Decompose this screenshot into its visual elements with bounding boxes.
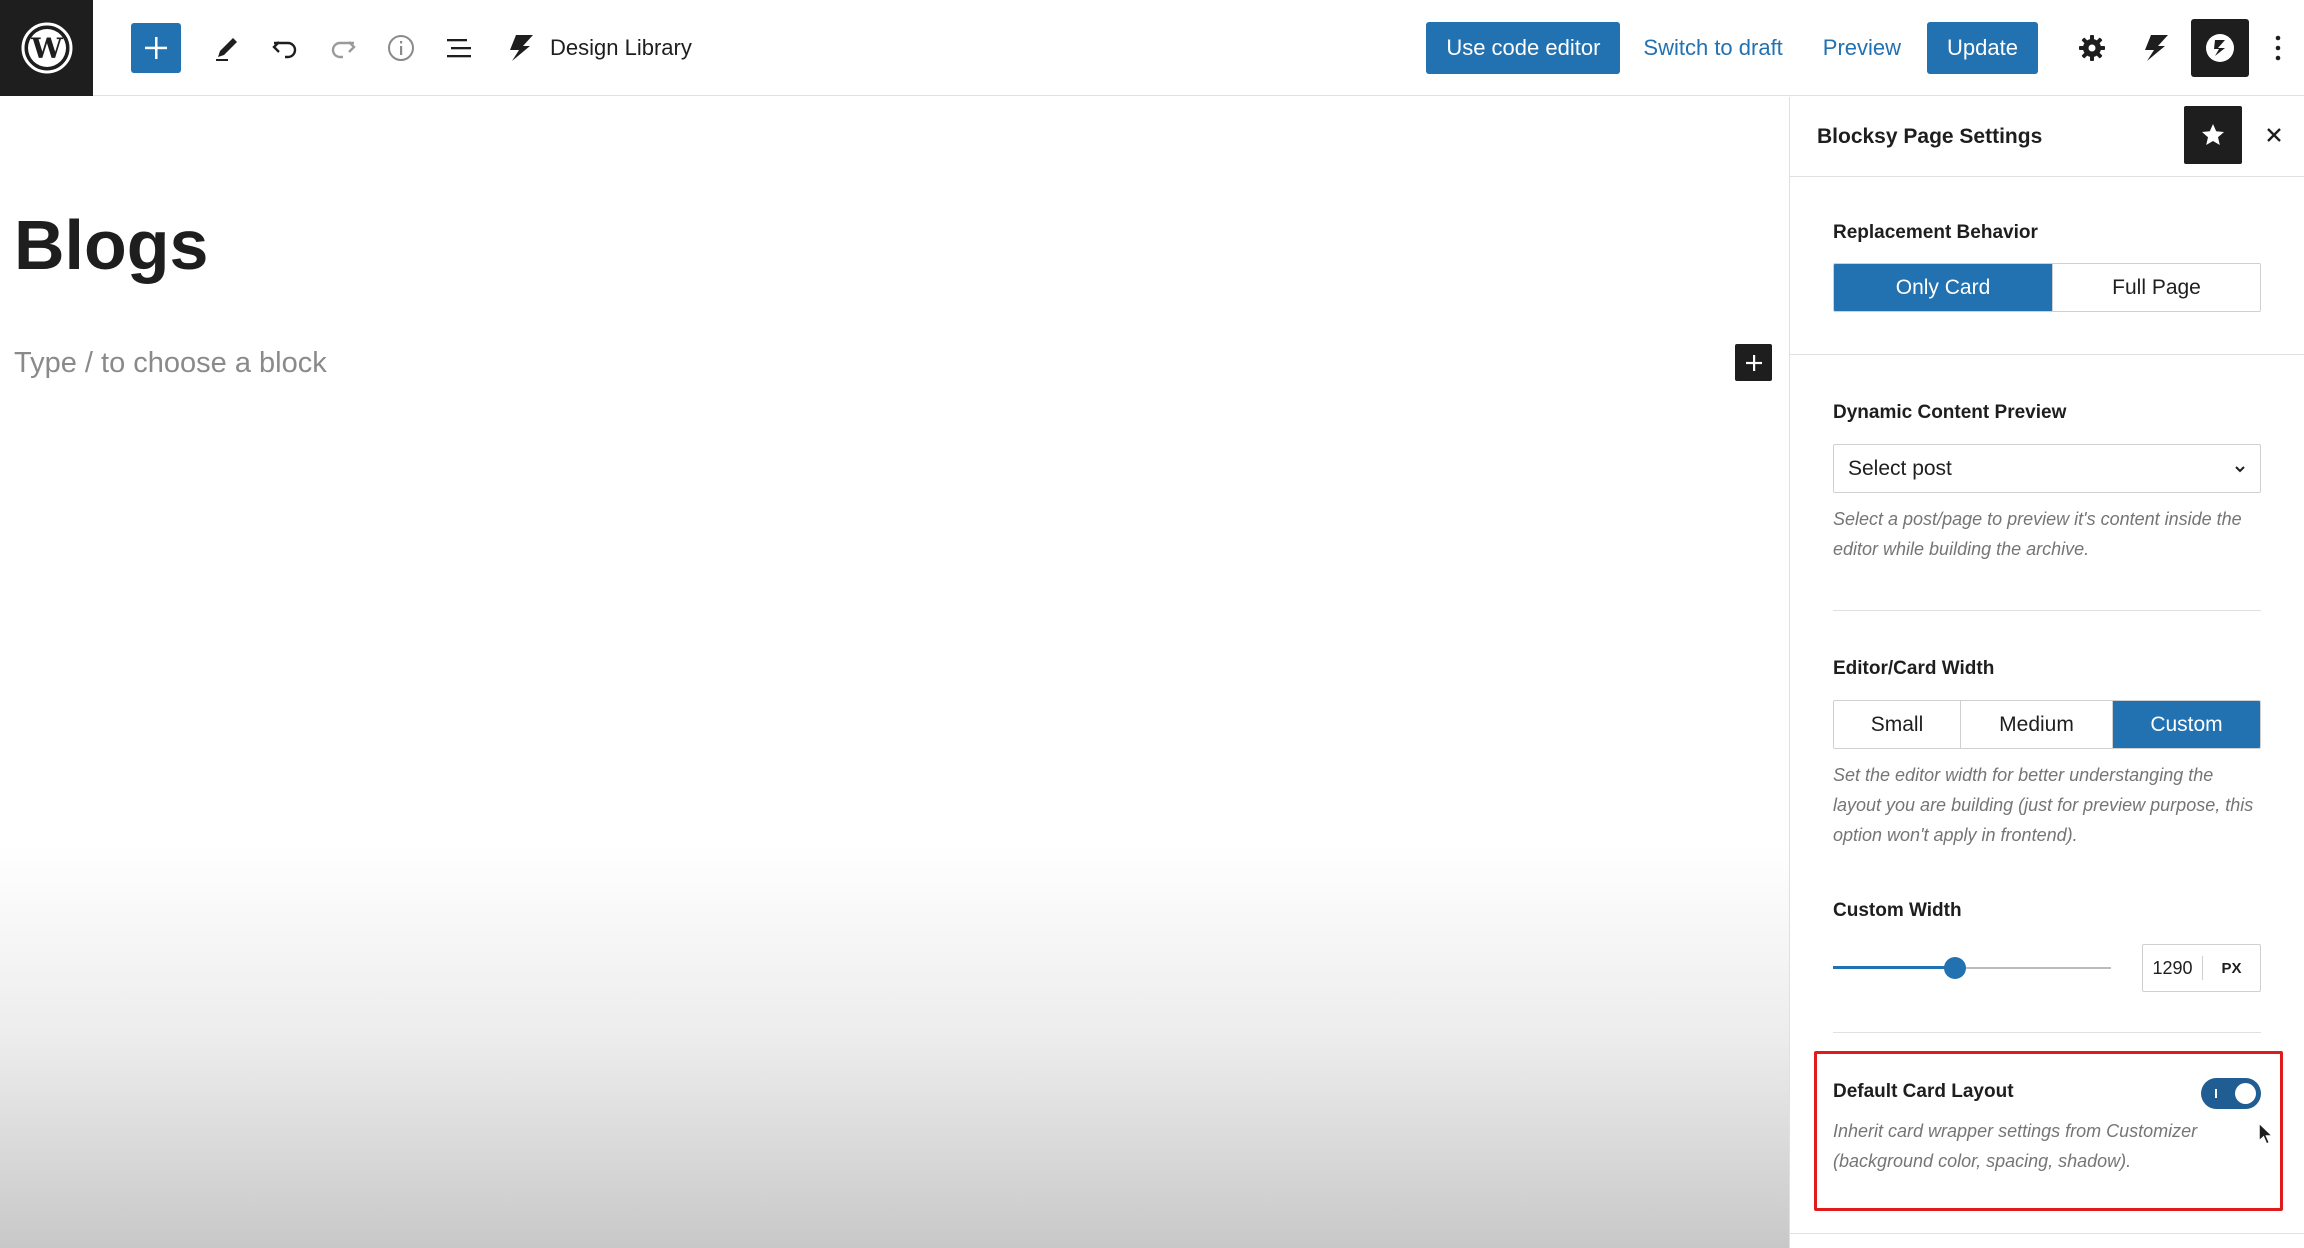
gear-icon [2079,35,2105,61]
option-custom[interactable]: Custom [2113,701,2260,748]
custom-width-value[interactable]: 1290 [2143,956,2203,980]
chevron-down-icon [2235,466,2245,473]
block-placeholder[interactable]: Type / to choose a block [14,347,327,380]
section-divider [1833,1032,2261,1033]
custom-width-input[interactable]: 1290 PX [2142,944,2261,992]
mouse-cursor-icon [2258,1121,2275,1145]
blocksy-button[interactable] [2191,19,2249,77]
star-icon [2202,124,2224,145]
add-block-button[interactable] [1735,344,1772,381]
svg-text:W: W [30,32,63,65]
dynamic-preview-section: Dynamic Content Preview Select post Sele… [1833,402,2261,564]
dynamic-preview-help: Select a post/page to preview it's conte… [1833,509,2242,559]
option-full-page[interactable]: Full Page [2053,264,2260,311]
tools-button[interactable] [198,19,256,77]
replacement-behavior-label: Replacement Behavior [1833,222,2038,243]
list-view-icon [447,38,471,57]
pencil-icon [216,37,237,61]
option-medium[interactable]: Medium [1961,701,2113,748]
dynamic-preview-label: Dynamic Content Preview [1833,402,2067,423]
replacement-behavior-toggle: Only Card Full Page [1833,263,2261,312]
update-button[interactable]: Update [1927,22,2038,74]
close-icon [2267,128,2281,142]
blocksy-icon [2206,34,2234,62]
custom-width-section: Custom Width 1290 PX [1833,900,2261,992]
list-view-button[interactable] [430,19,488,77]
section-divider [1790,1233,2304,1234]
select-post-dropdown[interactable]: Select post [1833,444,2261,493]
slider-fill [1833,966,1955,969]
select-post-value: Select post [1848,456,1952,480]
editor-toolbar: W Design Library Use code editor Switch … [0,0,2304,96]
stackable-settings-button[interactable] [2124,16,2188,80]
close-sidebar-button[interactable] [2256,117,2292,153]
page-title[interactable]: Blogs [14,205,208,285]
preview-button[interactable]: Preview [1806,22,1918,74]
wordpress-icon: W [21,22,72,73]
settings-sidebar: Blocksy Page Settings Replacement Behavi… [1789,97,2304,1248]
custom-width-unit[interactable]: PX [2203,960,2260,977]
custom-width-label: Custom Width [1833,900,1962,921]
details-button[interactable] [372,19,430,77]
custom-width-control: 1290 PX [1833,944,2261,992]
pin-favorite-button[interactable] [2184,106,2242,164]
redo-icon [331,40,356,58]
section-divider [1790,354,2304,355]
stackable-icon [2145,35,2168,61]
slider-handle[interactable] [1944,957,1966,979]
design-library-button[interactable]: Design Library [506,33,692,63]
use-code-editor-button[interactable]: Use code editor [1426,22,1621,74]
design-library-label: Design Library [550,34,692,60]
editor-canvas[interactable]: Blogs Type / to choose a block [0,97,1789,1248]
card-width-section: Editor/Card Width Small Medium Custom Se… [1833,658,2261,850]
plus-icon [145,36,167,59]
redo-button[interactable] [314,19,372,77]
highlight-annotation [1814,1051,2283,1211]
replacement-behavior-section: Replacement Behavior Only Card Full Page [1833,222,2261,312]
switch-to-draft-button[interactable]: Switch to draft [1626,22,1799,74]
vertical-dots-icon [2275,35,2281,61]
block-inserter-button[interactable] [131,22,181,73]
sidebar-header: Blocksy Page Settings [1790,97,2304,177]
undo-button[interactable] [256,19,314,77]
wordpress-logo-button[interactable]: W [0,0,93,96]
section-divider [1833,610,2261,611]
settings-button[interactable] [2060,16,2124,80]
info-icon [388,34,414,61]
card-width-label: Editor/Card Width [1833,658,1995,679]
card-width-toggle: Small Medium Custom [1833,700,2261,749]
more-options-button[interactable] [2252,16,2304,80]
option-only-card[interactable]: Only Card [1834,264,2053,311]
card-width-help: Set the editor width for better understa… [1833,765,2254,845]
sidebar-title: Blocksy Page Settings [1817,124,2043,148]
stackable-icon [510,34,533,61]
option-small[interactable]: Small [1834,701,1961,748]
plus-icon [1745,354,1762,371]
undo-icon [272,40,297,58]
